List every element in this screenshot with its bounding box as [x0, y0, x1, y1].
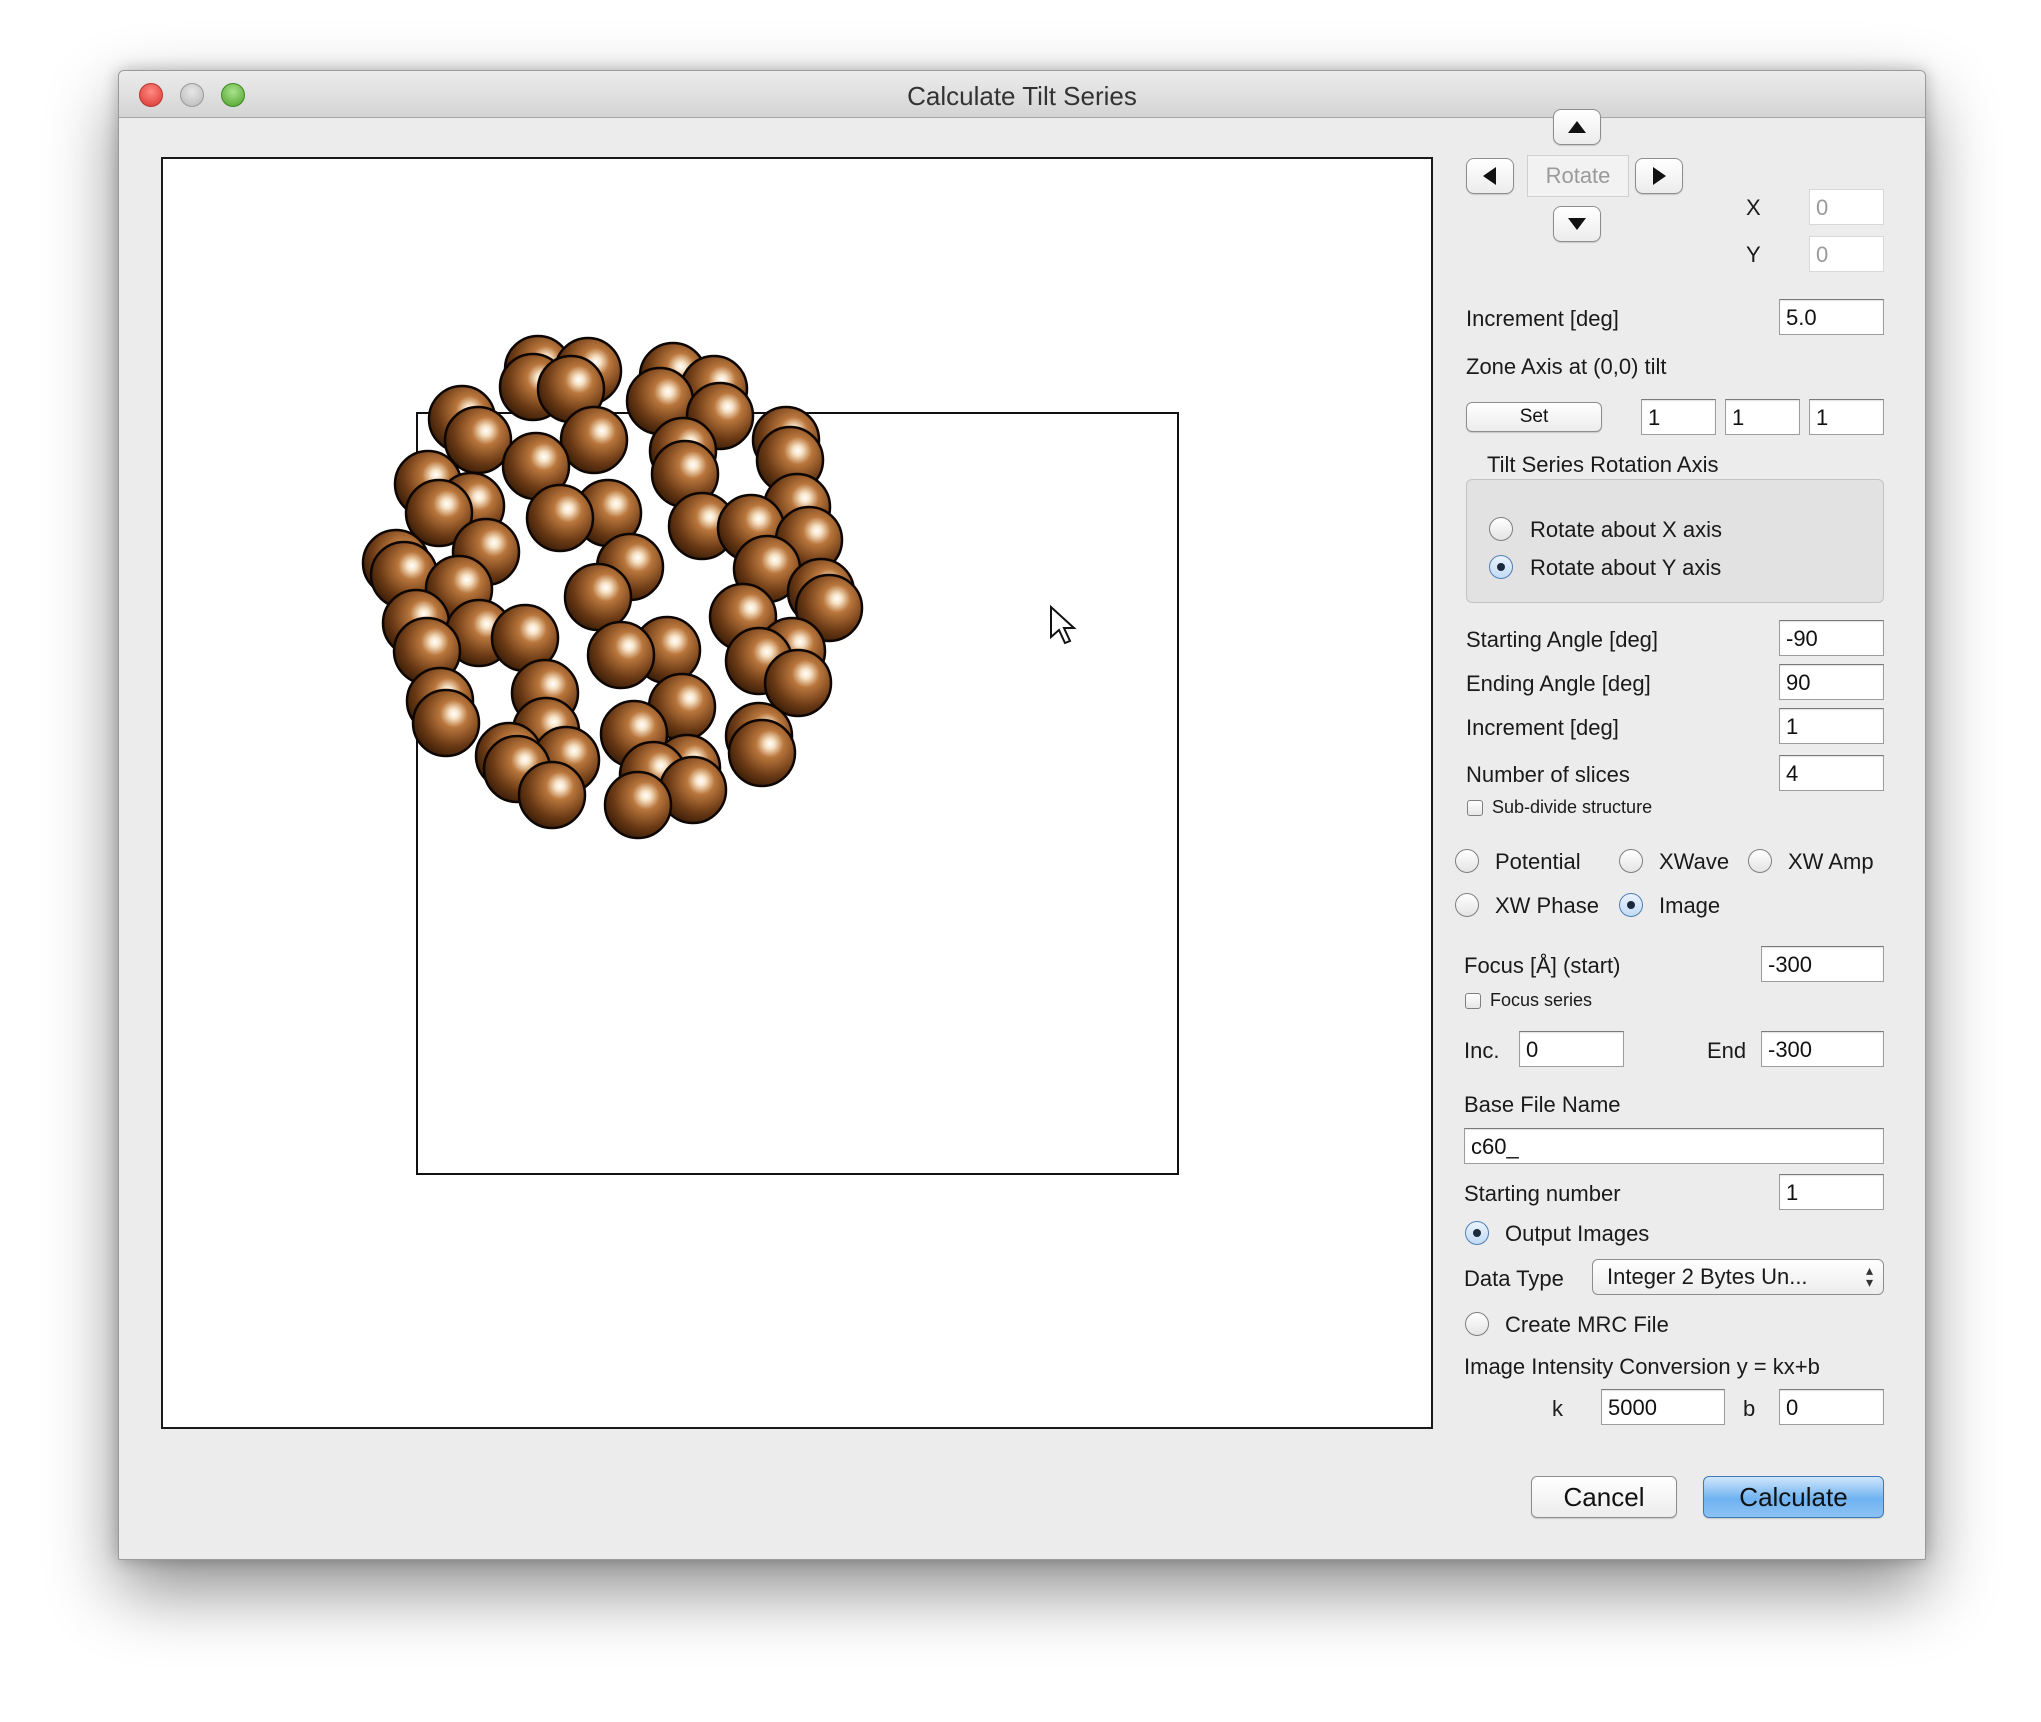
cancel-button[interactable]: Cancel	[1531, 1476, 1677, 1518]
rotate-right-button[interactable]	[1635, 158, 1683, 194]
rotate-up-button[interactable]	[1553, 109, 1601, 145]
zone-axis-set-button[interactable]: Set	[1466, 402, 1602, 432]
base-file-name-field[interactable]: c60_	[1464, 1128, 1884, 1164]
ending-angle-field[interactable]: 90	[1779, 664, 1884, 700]
zone-axis-k-field[interactable]: 1	[1725, 399, 1800, 435]
ending-angle-label: Ending Angle [deg]	[1466, 671, 1651, 696]
title-bar: Calculate Tilt Series	[119, 71, 1925, 118]
c60-molecule	[361, 334, 864, 840]
image-radio[interactable]	[1619, 893, 1643, 917]
potential-radio[interactable]	[1455, 849, 1479, 873]
focus-start-field[interactable]: -300	[1761, 946, 1884, 982]
xw-amp-label[interactable]: XW Amp	[1788, 849, 1874, 875]
xw-phase-label[interactable]: XW Phase	[1495, 893, 1599, 919]
focus-series-label[interactable]: Focus series	[1490, 990, 1592, 1011]
series-increment-label: Increment [deg]	[1466, 715, 1619, 740]
rotate-down-button[interactable]	[1553, 206, 1601, 242]
output-images-radio[interactable]	[1465, 1221, 1489, 1245]
rotation-axis-group-label: Tilt Series Rotation Axis	[1487, 452, 1719, 477]
focus-start-label: Focus [Å] (start)	[1464, 953, 1621, 978]
zone-axis-l-field[interactable]: 1	[1809, 399, 1884, 435]
atom	[727, 718, 797, 788]
rotate-y-axis-radio[interactable]	[1489, 555, 1513, 579]
rotate-x-axis-label[interactable]: Rotate about X axis	[1530, 517, 1722, 543]
structure-preview[interactable]	[161, 157, 1433, 1429]
starting-angle-label: Starting Angle [deg]	[1466, 627, 1659, 652]
data-type-select[interactable]: Integer 2 Bytes Un... ▴ ▾	[1592, 1259, 1884, 1295]
atom	[525, 483, 595, 553]
x-field: 0	[1809, 189, 1884, 225]
atom	[586, 620, 656, 690]
rotate-left-button[interactable]	[1466, 158, 1514, 194]
base-file-name-label: Base File Name	[1464, 1092, 1621, 1117]
x-label: X	[1746, 195, 1761, 220]
arrow-up-icon	[1568, 121, 1586, 133]
chevron-updown-icon: ▴ ▾	[1865, 1262, 1873, 1290]
potential-label[interactable]: Potential	[1495, 849, 1581, 875]
xwave-radio[interactable]	[1619, 849, 1643, 873]
arrow-down-icon	[1568, 218, 1586, 230]
zone-axis-h-field[interactable]: 1	[1641, 399, 1716, 435]
series-increment-field[interactable]: 1	[1779, 708, 1884, 744]
subdivide-label[interactable]: Sub-divide structure	[1492, 797, 1652, 818]
data-type-value: Integer 2 Bytes Un...	[1607, 1264, 1808, 1289]
atom	[563, 562, 633, 632]
subdivide-checkbox[interactable]	[1467, 800, 1483, 816]
xw-phase-radio[interactable]	[1455, 893, 1479, 917]
k-field[interactable]: 5000	[1601, 1389, 1725, 1425]
focus-inc-label: Inc.	[1464, 1038, 1500, 1063]
number-of-slices-field[interactable]: 4	[1779, 755, 1884, 791]
arrow-left-icon	[1483, 167, 1496, 185]
rotate-x-axis-radio[interactable]	[1489, 517, 1513, 541]
k-label: k	[1552, 1396, 1563, 1421]
atom	[517, 760, 587, 830]
rotate-increment-field[interactable]: 5.0	[1779, 299, 1884, 335]
rotate-label: Rotate	[1527, 155, 1629, 197]
focus-end-field[interactable]: -300	[1761, 1031, 1884, 1067]
data-type-label: Data Type	[1464, 1266, 1564, 1291]
atom	[603, 770, 673, 840]
b-field[interactable]: 0	[1779, 1389, 1884, 1425]
arrow-right-icon	[1653, 167, 1666, 185]
rotate-y-axis-label[interactable]: Rotate about Y axis	[1530, 555, 1721, 581]
mouse-cursor-icon	[1050, 604, 1077, 645]
atom	[559, 405, 629, 475]
create-mrc-label[interactable]: Create MRC File	[1505, 1312, 1669, 1338]
focus-end-label: End	[1707, 1038, 1747, 1063]
starting-number-label: Starting number	[1464, 1181, 1621, 1206]
xwave-label[interactable]: XWave	[1659, 849, 1729, 875]
atom	[411, 688, 481, 758]
focus-series-checkbox[interactable]	[1465, 993, 1481, 1009]
rotate-increment-label: Increment [deg]	[1466, 306, 1619, 331]
starting-angle-field[interactable]: -90	[1779, 620, 1884, 656]
y-label: Y	[1746, 242, 1761, 267]
output-images-label[interactable]: Output Images	[1505, 1221, 1649, 1247]
y-field: 0	[1809, 236, 1884, 272]
calculate-button[interactable]: Calculate	[1703, 1476, 1884, 1518]
intensity-conversion-label: Image Intensity Conversion y = kx+b	[1464, 1354, 1820, 1379]
xw-amp-radio[interactable]	[1748, 849, 1772, 873]
focus-inc-field[interactable]: 0	[1519, 1031, 1624, 1067]
create-mrc-radio[interactable]	[1465, 1312, 1489, 1336]
zone-axis-label: Zone Axis at (0,0) tilt	[1466, 354, 1667, 379]
number-of-slices-label: Number of slices	[1466, 762, 1630, 787]
starting-number-field[interactable]: 1	[1779, 1174, 1884, 1210]
image-label[interactable]: Image	[1659, 893, 1720, 919]
preview-svg	[361, 334, 1179, 1175]
b-label: b	[1743, 1396, 1756, 1421]
dialog-window: Calculate Tilt Series Rotate X 0 Y 0 Inc…	[118, 70, 1926, 1560]
window-title: Calculate Tilt Series	[907, 81, 1137, 111]
